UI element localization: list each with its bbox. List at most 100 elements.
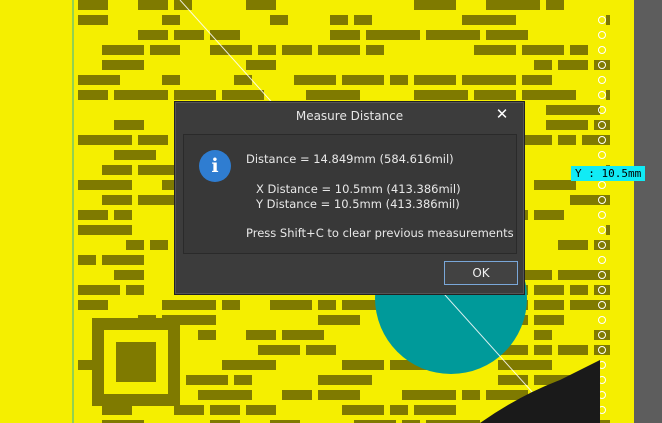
copper-block xyxy=(318,45,360,55)
copper-block xyxy=(162,300,216,310)
right-panel-strip[interactable] xyxy=(634,0,662,423)
copper-block xyxy=(534,345,552,355)
copper-block xyxy=(246,0,276,10)
copper-block xyxy=(150,45,180,55)
copper-block xyxy=(414,75,456,85)
copper-block xyxy=(78,135,132,145)
copper-block xyxy=(114,90,168,100)
copper-block xyxy=(498,375,528,385)
copper-block xyxy=(78,75,120,85)
copper-block xyxy=(222,360,276,370)
copper-block xyxy=(174,405,204,415)
copper-block xyxy=(102,60,144,70)
copper-block xyxy=(126,285,144,295)
copper-block xyxy=(174,30,204,40)
finder-square xyxy=(116,342,156,382)
copper-block xyxy=(114,270,144,280)
copper-block xyxy=(570,300,610,310)
copper-block xyxy=(570,45,588,55)
copper-block xyxy=(306,345,336,355)
copper-block xyxy=(186,375,228,385)
copper-block xyxy=(546,120,588,130)
copper-block xyxy=(330,15,348,25)
copper-block xyxy=(390,405,408,415)
copper-block xyxy=(534,285,564,295)
close-icon[interactable]: ✕ xyxy=(494,106,510,122)
copper-block xyxy=(354,15,372,25)
copper-block xyxy=(318,300,336,310)
copper-block xyxy=(366,45,384,55)
copper-block xyxy=(258,345,300,355)
copper-block xyxy=(126,240,144,250)
copper-block xyxy=(78,210,108,220)
copper-block xyxy=(138,135,168,145)
copper-block xyxy=(522,135,552,145)
copper-block xyxy=(486,30,528,40)
copper-block xyxy=(282,390,312,400)
copper-block xyxy=(342,405,384,415)
copper-block xyxy=(402,390,456,400)
copper-block xyxy=(102,405,132,415)
copper-block xyxy=(498,360,552,370)
copper-block xyxy=(330,30,360,40)
copper-block xyxy=(210,45,252,55)
copper-block xyxy=(222,90,264,100)
copper-block xyxy=(222,300,240,310)
copper-block xyxy=(78,0,108,10)
copper-block xyxy=(534,210,564,220)
copper-block xyxy=(114,150,156,160)
copper-block xyxy=(198,330,216,340)
copper-block xyxy=(78,225,132,235)
copper-block xyxy=(78,285,120,295)
copper-block xyxy=(426,30,480,40)
copper-block xyxy=(522,75,552,85)
copper-block xyxy=(198,390,252,400)
copper-block xyxy=(546,105,600,115)
distance-text: Distance = 14.849mm (584.616mil) xyxy=(246,152,454,166)
copper-block xyxy=(474,90,516,100)
copper-block xyxy=(462,15,516,25)
copper-block xyxy=(414,405,456,415)
copper-block xyxy=(306,90,360,100)
dialog-title: Measure Distance xyxy=(295,109,404,123)
copper-block xyxy=(102,45,144,55)
copper-block xyxy=(558,240,588,250)
copper-block xyxy=(270,300,312,310)
copper-block xyxy=(474,45,516,55)
copper-block xyxy=(342,75,384,85)
copper-block xyxy=(114,120,144,130)
copper-block xyxy=(462,75,516,85)
copper-block xyxy=(78,90,108,100)
copper-block xyxy=(534,330,552,340)
copper-block xyxy=(534,60,552,70)
copper-block xyxy=(246,330,276,340)
copper-block xyxy=(78,15,108,25)
copper-block xyxy=(318,375,372,385)
copper-block xyxy=(162,75,180,85)
copper-block xyxy=(534,300,564,310)
ok-button[interactable]: OK xyxy=(444,261,518,285)
copper-block xyxy=(150,240,168,250)
copper-block xyxy=(234,375,252,385)
copper-block xyxy=(570,285,588,295)
copper-block xyxy=(246,405,276,415)
copper-block xyxy=(318,315,360,325)
y-measure-label: Y : 10.5mm xyxy=(571,166,646,181)
copper-block xyxy=(366,30,420,40)
copper-block xyxy=(534,180,576,190)
copper-block xyxy=(558,345,588,355)
copper-block xyxy=(486,0,540,10)
copper-block xyxy=(570,195,610,205)
copper-block xyxy=(414,0,456,10)
copper-block xyxy=(318,390,360,400)
copper-block xyxy=(282,45,312,55)
copper-block xyxy=(114,210,132,220)
copper-block xyxy=(138,0,168,10)
y-distance-text: Y Distance = 10.5mm (413.386mil) xyxy=(256,197,460,211)
copper-block xyxy=(78,180,132,190)
copper-block xyxy=(78,255,96,265)
copper-block xyxy=(558,135,576,145)
copper-block xyxy=(522,90,576,100)
copper-block xyxy=(102,195,132,205)
copper-block xyxy=(558,60,588,70)
